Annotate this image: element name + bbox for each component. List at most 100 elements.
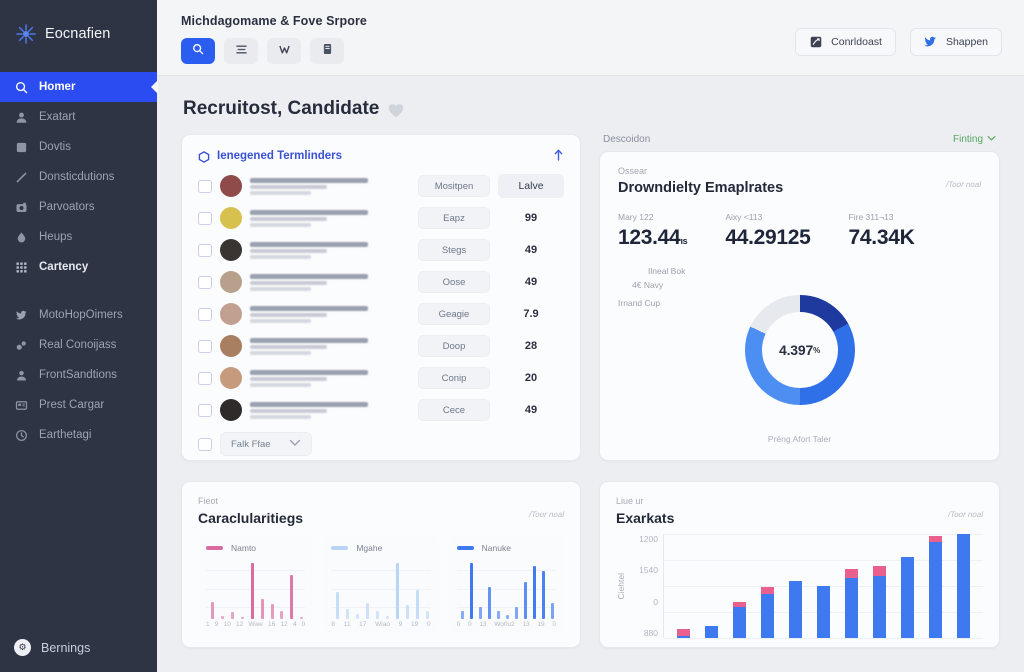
table-row[interactable]: Mositpen Lalve (198, 170, 564, 202)
row-tag[interactable]: Conip (418, 367, 490, 389)
search-icon (192, 42, 204, 60)
row-checkbox[interactable] (198, 339, 212, 353)
pencil-icon (14, 170, 29, 185)
candidate-rows: Mositpen Lalve Eapz 99 Stegs 49 Oose 49 Geagie 7.… (198, 170, 564, 426)
table-row[interactable]: Cece 49 (198, 394, 564, 426)
row-tag[interactable]: Stegs (418, 239, 490, 261)
bar-column (900, 556, 914, 638)
row-metric: Lalve (498, 174, 564, 198)
row-checkbox[interactable] (198, 275, 212, 289)
sidebar-item-earthetagi[interactable]: Earthetagi (0, 420, 157, 450)
x-tick: 9 (398, 621, 403, 628)
table-row[interactable]: Conip 20 (198, 362, 564, 394)
x-tick: 8 (331, 621, 335, 628)
sidebar-item-cartency[interactable]: Cartency (0, 252, 157, 282)
conrldoast-button[interactable]: Conrldoast (795, 28, 896, 56)
table-row[interactable]: Geagie 7.9 (198, 298, 564, 330)
donut-suffix: % (813, 345, 820, 355)
table-row[interactable]: Stegs 49 (198, 234, 564, 266)
x-tick: 12 (280, 621, 288, 628)
candidate-name (250, 241, 369, 247)
bar-segment-blue (761, 594, 775, 638)
row-tag[interactable]: Oose (418, 271, 490, 293)
row-tag[interactable]: Doop (418, 335, 490, 357)
sidebar-item-parvoators[interactable]: Parvoators (0, 192, 157, 222)
row-metric: 49 (524, 244, 538, 256)
candidate-sub2 (250, 382, 311, 387)
candidate-info (250, 273, 410, 291)
list-footer: Falk Ffae (198, 432, 564, 456)
bar-segment-blue (789, 580, 803, 638)
row-checkbox[interactable] (198, 437, 212, 451)
mini-bar (230, 612, 234, 619)
candidate-sub2 (250, 286, 311, 291)
row-tag[interactable]: Mositpen (418, 175, 490, 197)
sidebar-item-motohopoimers[interactable]: MotoHopOimers (0, 300, 157, 330)
clock-icon (14, 428, 29, 443)
finting-filter-link[interactable]: Finting (953, 134, 996, 145)
legend-swatch (331, 546, 349, 550)
doc-tool-button[interactable] (310, 38, 344, 64)
mini-bar (515, 606, 519, 619)
kpi-label: Mary 122 (618, 212, 654, 222)
sidebar-item-exatart[interactable]: Exatart (0, 102, 157, 132)
row-checkbox[interactable] (198, 211, 212, 225)
brand[interactable]: Eocnafien (0, 0, 157, 68)
candidate-sub (250, 408, 327, 413)
shappen-button[interactable]: Shappen (909, 28, 1002, 56)
left-column: Ienegened Termlinders Mositpen Lalve Eapz 9… (181, 134, 581, 648)
table-row[interactable]: Eapz 99 (198, 202, 564, 234)
filter-w-icon (278, 42, 291, 60)
table-row[interactable]: Oose 49 (198, 266, 564, 298)
row-checkbox[interactable] (198, 307, 212, 321)
page-title-text: Recruitost, Candidate (183, 98, 380, 119)
mini-chart-grid: Namto 1 9 10 12 Wwe 16 12 4 0 Mgahe 8 11 17 Wiao 9 19 0 Na… (198, 536, 564, 632)
table-row[interactable]: Doop 28 (198, 330, 564, 362)
stats-section-bar: Descoidon Finting (599, 134, 1000, 151)
sidebar-item-homer[interactable]: Homer (0, 72, 157, 102)
mini-x-axis: 1 9 10 12 Wwe 16 12 4 0 (206, 619, 305, 628)
sidebar-item-label: Dovtis (39, 141, 71, 153)
sidebar-item-heups[interactable]: Heups (0, 222, 157, 252)
row-tag[interactable]: Geagie (418, 303, 490, 325)
row-tag[interactable]: Eapz (418, 207, 490, 229)
x-tick: 19 (411, 621, 419, 628)
kpi-value: 74.34K (848, 226, 915, 249)
arrow-up-icon[interactable] (553, 149, 564, 163)
sidebar-item-label: Cartency (39, 261, 89, 273)
mini-legend: Mgahe (331, 543, 430, 553)
sidebar-item-dovtis[interactable]: Dovtis (0, 132, 157, 162)
candidate-name (250, 401, 369, 407)
search-tool-button[interactable] (181, 38, 215, 64)
candidate-name (250, 305, 369, 311)
bar-segment-blue (844, 577, 858, 638)
page-title: Recruitost, Candidate (181, 76, 1000, 134)
bar-column (816, 586, 830, 638)
sidebar-item-label: Homer (39, 81, 76, 93)
mini-plot (331, 558, 431, 619)
sidebar-item-label: Earthetagi (39, 429, 92, 441)
sidebar-item-frontsandtions[interactable]: FrontSandtions (0, 360, 157, 390)
sidebar-item-real-conoijass[interactable]: Real Conoijass (0, 330, 157, 360)
row-metric: 20 (524, 372, 538, 384)
list-tool-button[interactable] (224, 38, 258, 64)
filter-tool-button[interactable] (267, 38, 301, 64)
x-tick: 4 (292, 621, 297, 628)
mini-bar (210, 602, 214, 619)
row-tag[interactable]: Cece (418, 399, 490, 421)
row-checkbox[interactable] (198, 243, 212, 257)
falk-ffae-dropdown[interactable]: Falk Ffae (220, 432, 312, 456)
row-checkbox[interactable] (198, 371, 212, 385)
chart-square-icon (809, 36, 823, 49)
avatar (220, 399, 242, 421)
legend-label: Mgahe (356, 543, 383, 553)
candidate-info (250, 369, 410, 387)
bar-segment-blue (900, 556, 914, 638)
row-checkbox[interactable] (198, 403, 212, 417)
row-checkbox[interactable] (198, 179, 212, 193)
mini-bar (250, 562, 254, 619)
sidebar-item-donsticdutions[interactable]: Donsticdutions (0, 162, 157, 192)
sidebar-item-prest-cargar[interactable]: Prest Cargar (0, 390, 157, 420)
right-column: Descoidon Finting Ossear Drowndielty Ema… (599, 134, 1000, 648)
sidebar-item-bernings[interactable]: ⚙ Bernings (0, 639, 157, 656)
